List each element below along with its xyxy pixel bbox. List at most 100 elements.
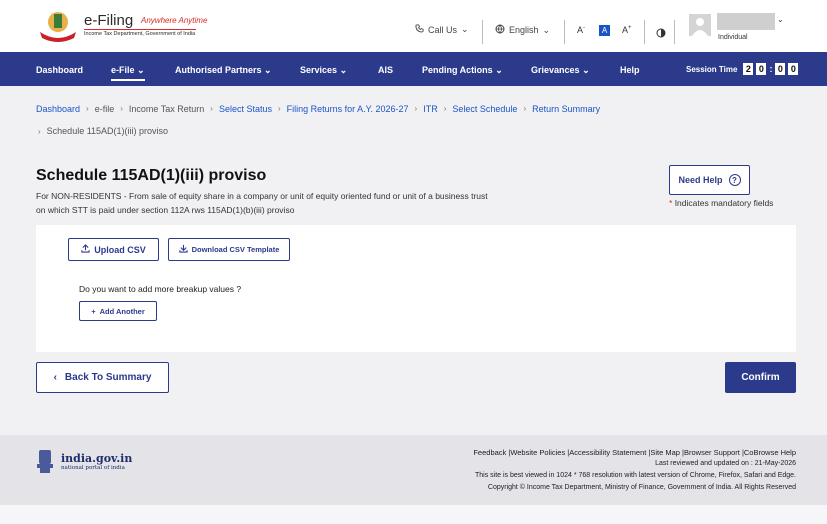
chevron-right-icon: › bbox=[277, 104, 281, 113]
username-redacted[interactable] bbox=[717, 13, 775, 30]
breadcrumb-itr[interactable]: ITR bbox=[423, 104, 438, 114]
add-another-button[interactable]: + Add Another bbox=[79, 301, 157, 321]
last-reviewed: Last reviewed and updated on : 21-May-20… bbox=[655, 460, 796, 467]
font-decrease-button[interactable]: A- bbox=[577, 25, 585, 35]
upload-csv-button[interactable]: Upload CSV bbox=[68, 238, 159, 261]
divider bbox=[674, 20, 675, 44]
nav-authorised-partners[interactable]: Authorised Partners ⌄ bbox=[175, 65, 272, 76]
chevron-right-icon: › bbox=[443, 104, 447, 113]
mandatory-note: * Indicates mandatory fields bbox=[669, 198, 773, 208]
mandatory-text: Indicates mandatory fields bbox=[674, 198, 774, 208]
breadcrumb-current-label: Schedule 115AD(1)(iii) proviso bbox=[46, 126, 169, 136]
breadcrumb-select-status[interactable]: Select Status bbox=[219, 104, 272, 114]
logo-underline bbox=[84, 29, 196, 30]
best-viewed-note: This site is best viewed in 1024 * 768 r… bbox=[475, 472, 796, 479]
session-colon: : bbox=[769, 64, 773, 74]
nav-services[interactable]: Services ⌄ bbox=[300, 65, 347, 76]
divider bbox=[644, 20, 645, 44]
footer-links[interactable]: Feedback |Website Policies |Accessibilit… bbox=[473, 448, 796, 457]
chevron-right-icon: › bbox=[210, 104, 213, 113]
chevron-down-icon: ⌄ bbox=[582, 65, 590, 75]
call-us-label: Call Us bbox=[428, 24, 458, 35]
globe-icon bbox=[495, 24, 505, 36]
breadcrumb-dashboard[interactable]: Dashboard bbox=[36, 104, 80, 114]
breadcrumb: Dashboard › e-file › Income Tax Return ›… bbox=[36, 104, 600, 114]
language-label: English bbox=[509, 25, 539, 35]
download-template-label: Download CSV Template bbox=[191, 245, 280, 254]
logo-subtitle: Income Tax Department, Government of Ind… bbox=[84, 31, 196, 37]
download-icon bbox=[178, 244, 188, 255]
font-increase-button[interactable]: A+ bbox=[622, 25, 632, 35]
chevron-down-icon: ⌄ bbox=[137, 65, 145, 75]
font-normal-button[interactable]: A bbox=[599, 25, 610, 36]
schedule-card: Upload CSV Download CSV Template Do you … bbox=[36, 225, 796, 352]
divider bbox=[564, 20, 565, 44]
chevron-down-icon: ⌄ bbox=[339, 65, 348, 75]
page-title: Schedule 115AD(1)(iii) proviso bbox=[36, 167, 267, 184]
user-role: Individual bbox=[718, 34, 748, 41]
need-help-label: Need Help bbox=[678, 175, 723, 185]
session-timer: Session Time 2 0 : 0 0 bbox=[686, 63, 799, 75]
efiling-logo-icon[interactable] bbox=[38, 10, 78, 44]
india-gov-link[interactable]: india.gov.in bbox=[61, 452, 132, 465]
description-line: on which STT is paid under section 112A … bbox=[36, 205, 295, 215]
logo-title: e-Filing bbox=[84, 12, 134, 29]
nav-ais[interactable]: AIS bbox=[378, 65, 393, 75]
breadcrumb-current: › Schedule 115AD(1)(iii) proviso bbox=[38, 126, 168, 136]
breakup-question: Do you want to add more breakup values ? bbox=[79, 284, 242, 294]
back-label: Back To Summary bbox=[64, 372, 152, 383]
session-digit: 2 bbox=[743, 63, 754, 75]
upload-csv-label: Upload CSV bbox=[94, 244, 146, 255]
top-header: e-Filing Anywhere Anytime Income Tax Dep… bbox=[0, 0, 827, 52]
back-to-summary-button[interactable]: ‹ Back To Summary bbox=[36, 362, 169, 393]
nav-help[interactable]: Help bbox=[620, 65, 640, 75]
chevron-down-icon: ⌄ bbox=[495, 65, 503, 75]
chevron-right-icon: › bbox=[86, 104, 89, 113]
breadcrumb-efile: e-file bbox=[94, 104, 115, 114]
language-select[interactable]: English ⌄ bbox=[495, 24, 550, 36]
chevron-down-icon: ⌄ bbox=[461, 24, 469, 34]
session-label: Session Time bbox=[686, 64, 738, 74]
chevron-right-icon: › bbox=[414, 104, 418, 113]
chevron-left-icon: ‹ bbox=[53, 372, 57, 383]
upload-icon bbox=[81, 244, 90, 255]
main-nav: Dashboard e-File ⌄ Authorised Partners ⌄… bbox=[0, 52, 827, 86]
chevron-down-icon[interactable]: ⌄ bbox=[777, 15, 784, 24]
logo-tagline: Anywhere Anytime bbox=[141, 16, 208, 25]
nav-efile[interactable]: e-File ⌄ bbox=[111, 65, 145, 81]
session-digit: 0 bbox=[756, 63, 767, 75]
divider bbox=[482, 20, 483, 44]
page-description: For NON-RESIDENTS - From sale of equity … bbox=[36, 189, 536, 217]
footer: india.gov.in national portal of india Fe… bbox=[0, 435, 827, 505]
nav-dashboard[interactable]: Dashboard bbox=[36, 65, 83, 75]
india-gov-subtitle: national portal of india bbox=[61, 465, 125, 471]
chevron-right-icon: › bbox=[120, 104, 123, 113]
call-us-menu[interactable]: Call Us ⌄ bbox=[415, 24, 469, 35]
breadcrumb-filing-returns[interactable]: Filing Returns for A.Y. 2026-27 bbox=[287, 104, 409, 114]
breadcrumb-select-schedule[interactable]: Select Schedule bbox=[452, 104, 517, 114]
plus-icon: + bbox=[91, 306, 96, 316]
confirm-button[interactable]: Confirm bbox=[725, 362, 796, 393]
session-digit: 0 bbox=[775, 63, 786, 75]
nav-pending-actions[interactable]: Pending Actions ⌄ bbox=[422, 65, 503, 76]
chevron-right-icon: › bbox=[38, 127, 41, 136]
add-another-label: Add Another bbox=[99, 306, 145, 316]
nav-grievances[interactable]: Grievances ⌄ bbox=[531, 65, 590, 76]
phone-icon bbox=[415, 24, 424, 35]
chevron-down-icon: ⌄ bbox=[542, 24, 551, 35]
chevron-down-icon: ⌄ bbox=[264, 65, 272, 75]
need-help-button[interactable]: Need Help ? bbox=[669, 165, 750, 195]
question-icon: ? bbox=[728, 174, 741, 186]
copyright: Copyright © Income Tax Department, Minis… bbox=[487, 484, 796, 491]
download-template-button[interactable]: Download CSV Template bbox=[168, 238, 290, 261]
session-digit: 0 bbox=[788, 63, 799, 75]
contrast-icon[interactable] bbox=[656, 25, 666, 43]
avatar[interactable] bbox=[689, 14, 711, 36]
breadcrumb-income-tax-return: Income Tax Return bbox=[128, 104, 205, 114]
description-line: For NON-RESIDENTS - From sale of equity … bbox=[36, 191, 488, 201]
mandatory-star: * bbox=[669, 198, 673, 208]
national-emblem-icon bbox=[37, 450, 53, 473]
breadcrumb-return-summary[interactable]: Return Summary bbox=[532, 104, 600, 114]
chevron-right-icon: › bbox=[523, 104, 527, 113]
bottom-strip bbox=[0, 505, 827, 524]
